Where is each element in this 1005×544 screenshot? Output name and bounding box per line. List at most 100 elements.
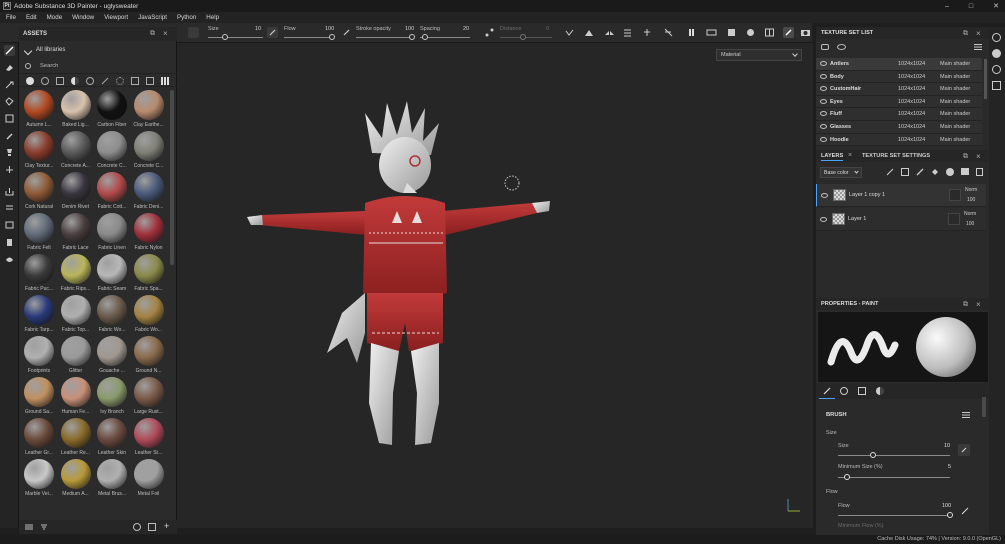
display-mode-icon[interactable]: [706, 27, 717, 38]
texture-set-shader[interactable]: Main shader: [940, 124, 970, 130]
layer-name[interactable]: Layer 1 copy 1: [849, 192, 885, 198]
material-thumbnail[interactable]: Fabric Tarp...: [22, 295, 56, 338]
align-icon[interactable]: [622, 27, 633, 38]
tab-layers[interactable]: LAYERS: [821, 153, 844, 161]
layer-mask-slot[interactable]: [948, 213, 960, 225]
toolbar-size-handle[interactable]: [222, 34, 228, 40]
material-picker-tool-icon[interactable]: [4, 147, 15, 158]
axis-gizmo-icon[interactable]: [783, 496, 803, 516]
texture-set-row[interactable]: Glasses 1024x1024 Main shader: [816, 121, 982, 134]
channel-select[interactable]: Base color: [820, 167, 862, 178]
3d-viewport[interactable]: Material: [177, 43, 813, 528]
character-model[interactable]: [247, 93, 567, 463]
environment-filter-icon[interactable]: [86, 77, 94, 85]
bake-tool-icon[interactable]: [4, 164, 15, 175]
menu-viewport[interactable]: Viewport: [104, 14, 128, 21]
toolbar-distance-handle[interactable]: [520, 34, 526, 40]
flow-slider-handle[interactable]: [947, 512, 953, 518]
log-icon[interactable]: [4, 237, 15, 248]
material-thumbnail[interactable]: Footprints: [22, 336, 56, 379]
image-filter-icon[interactable]: [146, 77, 154, 85]
stencil-tab-icon[interactable]: [858, 387, 866, 395]
material-thumbnail[interactable]: Leather St...: [132, 418, 166, 461]
texture-set-row[interactable]: Antlers 1024x1024 Main shader: [816, 58, 982, 71]
layer-opacity[interactable]: 100: [967, 197, 975, 203]
list-view-icon[interactable]: [25, 523, 33, 531]
symmetry-icon[interactable]: [564, 27, 575, 38]
texture-set-shader[interactable]: Main shader: [940, 99, 970, 105]
eraser-tool-icon[interactable]: [4, 62, 15, 73]
layers-panel-icon[interactable]: [992, 49, 1001, 58]
camera-off-icon[interactable]: [663, 27, 674, 38]
split-icon[interactable]: [642, 27, 653, 38]
layer-row[interactable]: Layer 1 Norm 100: [816, 208, 986, 231]
texture-set-scrollbar[interactable]: [984, 59, 987, 99]
toolbar-spacing-value[interactable]: 20: [463, 26, 469, 32]
material-thumbnail[interactable]: Concrete C...: [95, 131, 129, 174]
projection-tool-icon[interactable]: [4, 79, 15, 90]
lazy-mouse-icon[interactable]: [484, 27, 495, 38]
texture-set-panel-icon[interactable]: [992, 33, 1001, 42]
texture-set-shader[interactable]: Main shader: [940, 86, 970, 92]
panel-close-icon[interactable]: ×: [976, 152, 981, 161]
material-thumbnail[interactable]: Fabric Wo...: [95, 295, 129, 338]
toolbar-stroke-value[interactable]: 100: [405, 26, 414, 32]
undock-icon[interactable]: ⧉: [150, 30, 155, 38]
material-thumbnail[interactable]: Autumn L...: [22, 90, 56, 133]
toolbar-size-value[interactable]: 10: [255, 26, 261, 32]
sort-icon[interactable]: [40, 523, 48, 531]
size-slider-handle[interactable]: [870, 452, 876, 458]
visibility-eye-icon[interactable]: [820, 73, 827, 79]
render-icon[interactable]: [726, 27, 737, 38]
smart-material-filter-icon[interactable]: [41, 77, 49, 85]
visibility-eye-icon[interactable]: [821, 193, 828, 198]
texture-filter-icon[interactable]: [56, 77, 64, 85]
material-thumbnail[interactable]: Glitter: [59, 336, 93, 379]
material-thumbnail[interactable]: Fabric Lace: [59, 213, 93, 256]
polygon-fill-tool-icon[interactable]: [4, 96, 15, 107]
size-value[interactable]: 10: [944, 443, 950, 449]
display-settings-icon[interactable]: [4, 220, 15, 231]
menu-javascript[interactable]: JavaScript: [138, 14, 167, 21]
search-input[interactable]: Search: [40, 63, 58, 69]
toolbar-stroke-slider[interactable]: [356, 37, 414, 38]
material-thumbnail[interactable]: Clay Textur...: [22, 131, 56, 174]
material-thumbnail[interactable]: Cork Natural: [22, 172, 56, 215]
eye-icon[interactable]: [837, 44, 846, 50]
add-folder-icon[interactable]: [961, 168, 969, 175]
tab-texture-set-settings[interactable]: TEXTURE SET SETTINGS: [862, 153, 930, 159]
material-thumbnail[interactable]: Fabric Seam: [95, 254, 129, 297]
paint-mode-icon[interactable]: [783, 27, 794, 38]
visibility-eye-icon[interactable]: [820, 111, 827, 117]
smudge-tool-icon[interactable]: [4, 113, 15, 124]
clone-tool-icon[interactable]: [4, 130, 15, 141]
texture-set-row[interactable]: Eyes 1024x1024 Main shader: [816, 95, 982, 109]
material-thumbnail[interactable]: Fabric Cott...: [95, 172, 129, 215]
menu-help[interactable]: Help: [206, 14, 219, 21]
visibility-eye-icon[interactable]: [820, 98, 827, 104]
material-thumbnail[interactable]: Metal Foil: [132, 459, 166, 502]
min-size-slider[interactable]: [838, 477, 950, 478]
add-paint-layer-icon[interactable]: [916, 168, 924, 176]
filter-grid-icon[interactable]: [131, 77, 139, 85]
material-thumbnail[interactable]: Denim Rivet: [59, 172, 93, 215]
add-effect-icon[interactable]: [901, 168, 909, 176]
material-thumbnail[interactable]: Ground N...: [132, 336, 166, 379]
layer-blend-mode[interactable]: Norm: [964, 211, 976, 217]
grid-view-icon[interactable]: [161, 77, 169, 85]
material-thumbnail[interactable]: Fabric Deni...: [132, 172, 166, 215]
flow-slider[interactable]: [838, 515, 950, 516]
size-slider[interactable]: [838, 455, 950, 456]
delete-icon[interactable]: [976, 168, 983, 176]
panel-close-icon[interactable]: ×: [163, 29, 168, 38]
layer-name[interactable]: Layer 1: [848, 216, 866, 222]
texture-set-row[interactable]: Hoodie 1024x1024 Main shader: [816, 133, 982, 147]
brush-menu-icon[interactable]: [962, 412, 970, 418]
material-thumbnail[interactable]: Carbon Fiber: [95, 90, 129, 133]
screenshot-camera-icon[interactable]: [800, 27, 811, 38]
alpha-tab-icon[interactable]: [840, 387, 848, 395]
min-size-slider-handle[interactable]: [844, 474, 850, 480]
undock-icon[interactable]: ⧉: [963, 301, 968, 309]
visibility-eye-icon[interactable]: [820, 217, 827, 222]
material-thumbnail[interactable]: Fabric Wo...: [132, 295, 166, 338]
